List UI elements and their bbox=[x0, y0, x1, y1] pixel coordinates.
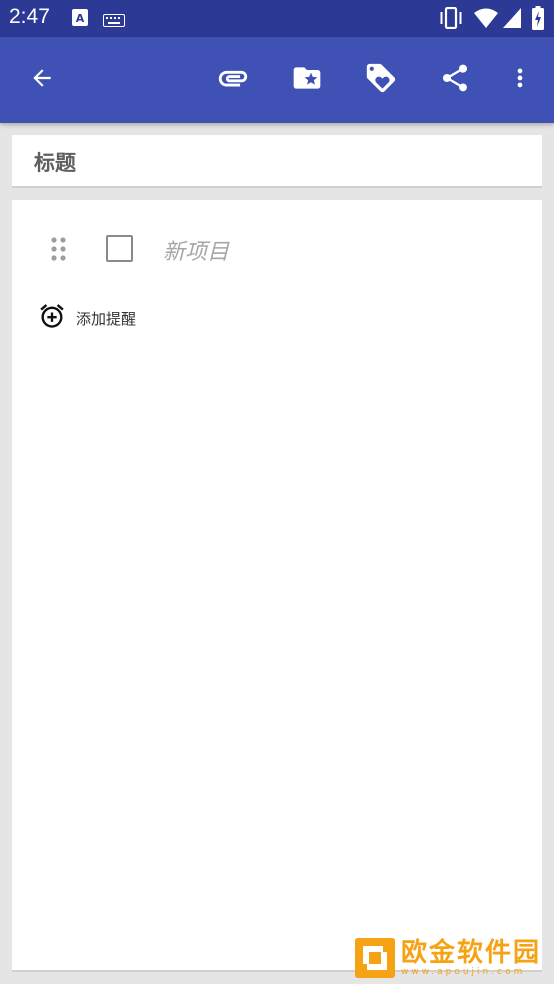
attach-button[interactable] bbox=[210, 57, 256, 103]
battery-charging-icon bbox=[532, 6, 544, 34]
watermark-url: www.apoujin.com bbox=[401, 967, 526, 977]
share-icon bbox=[439, 62, 471, 98]
folder-star-icon bbox=[291, 62, 323, 98]
watermark-text: 欧金软件园 bbox=[401, 938, 542, 968]
checklist-card: 新项目 添加提醒 bbox=[12, 200, 542, 972]
keyboard-icon bbox=[103, 12, 125, 31]
back-arrow-icon bbox=[29, 65, 55, 95]
drag-handle-icon[interactable] bbox=[50, 237, 68, 265]
app-bar bbox=[0, 37, 554, 123]
alarm-add-icon bbox=[38, 302, 66, 334]
folder-button[interactable] bbox=[284, 57, 330, 103]
tag-button[interactable] bbox=[358, 57, 404, 103]
a-keyboard-icon: A bbox=[72, 9, 88, 30]
signal-icon bbox=[503, 8, 521, 32]
item-checkbox[interactable] bbox=[106, 235, 133, 262]
title-input[interactable]: 标题 bbox=[34, 147, 76, 177]
title-card: 标题 bbox=[12, 135, 542, 188]
add-reminder-label: 添加提醒 bbox=[76, 309, 137, 328]
add-reminder-button[interactable]: 添加提醒 bbox=[38, 303, 136, 333]
svg-text:A: A bbox=[76, 12, 85, 25]
vibrate-icon bbox=[438, 6, 464, 33]
watermark: 欧金软件园 www.apoujin.com bbox=[355, 938, 541, 978]
back-button[interactable] bbox=[19, 57, 65, 103]
new-item-input[interactable]: 新项目 bbox=[163, 234, 229, 266]
watermark-logo-icon bbox=[355, 938, 395, 978]
more-vert-icon bbox=[506, 64, 534, 96]
share-button[interactable] bbox=[432, 57, 478, 103]
status-bar: 2:47 A bbox=[0, 0, 554, 37]
wifi-icon bbox=[474, 8, 498, 32]
more-options-button[interactable] bbox=[497, 57, 543, 103]
attachment-icon bbox=[216, 61, 250, 99]
tag-heart-icon bbox=[364, 61, 398, 99]
status-time: 2:47 bbox=[9, 5, 50, 28]
